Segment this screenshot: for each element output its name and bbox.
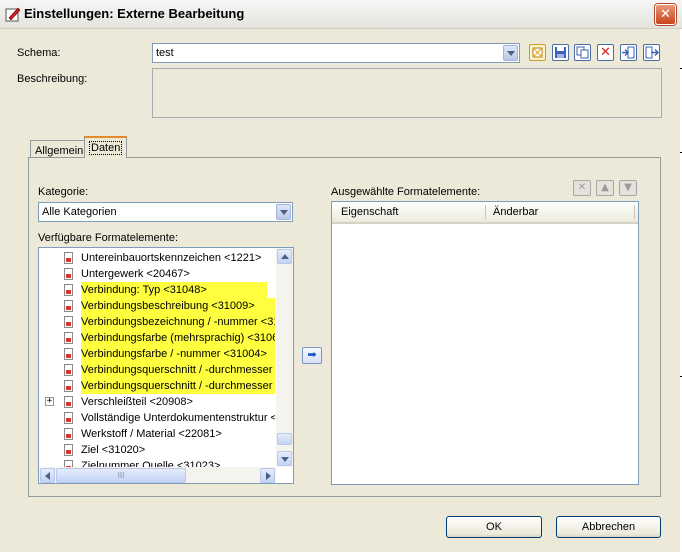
save-icon — [555, 47, 566, 58]
window-title: Einstellungen: Externe Bearbeitung — [24, 6, 245, 21]
table-header: Eigenschaft Änderbar — [332, 202, 638, 224]
copy-icon — [576, 46, 589, 59]
export-icon — [645, 46, 659, 59]
list-item-label: Vollständige Unterdokumentenstruktur < — [81, 412, 275, 424]
format-element-icon — [64, 444, 73, 456]
scroll-down-button[interactable] — [277, 451, 292, 466]
list-item-label: Verbindungsquerschnitt / -durchmesser m — [81, 378, 275, 394]
copy-button[interactable] — [574, 44, 591, 61]
tab-allgemein[interactable]: Allgemein — [30, 140, 89, 158]
hscroll-thumb[interactable]: III — [56, 468, 186, 483]
list-item-label: Ziel <31020> — [81, 444, 146, 456]
delete-button[interactable]: ✕ — [597, 44, 614, 61]
format-element-icon — [64, 332, 73, 344]
new-schema-icon — [532, 47, 543, 58]
format-element-icon — [64, 316, 73, 328]
list-item-label: Verbindungsquerschnitt / -durchmesser < — [81, 362, 275, 378]
schema-value: test — [156, 47, 174, 59]
available-label: Verfügbare Formatelemente: — [38, 232, 179, 244]
tab-allgemein-label: Allgemein — [35, 145, 84, 157]
horizontal-scrollbar[interactable]: III — [39, 467, 276, 483]
list-item-label: Verbindungsfarbe / -nummer <31004> — [81, 346, 275, 362]
import-button[interactable] — [620, 44, 637, 61]
expand-icon[interactable]: + — [45, 397, 54, 406]
edit-settings-icon — [5, 7, 21, 22]
tab-daten-label: Daten — [89, 141, 123, 155]
new-schema-button[interactable] — [529, 44, 546, 61]
title-bar[interactable]: Einstellungen: Externe Bearbeitung ✕ — [0, 0, 682, 29]
delete-icon: ✕ — [600, 45, 611, 60]
schema-select[interactable]: test — [152, 43, 520, 63]
list-item-label: Untergewerk <20467> — [81, 268, 190, 280]
move-down-button[interactable]: ▼ — [619, 180, 637, 196]
format-element-icon — [64, 396, 73, 408]
format-element-icon — [64, 300, 73, 312]
scroll-up-button[interactable] — [277, 249, 292, 264]
import-icon — [622, 46, 635, 59]
list-item-label: Verbindung: Typ <31048> — [81, 282, 267, 298]
format-element-icon — [64, 412, 73, 424]
schema-label: Schema: — [17, 47, 61, 59]
add-element-button[interactable]: ➡ — [302, 347, 322, 364]
kategorie-label: Kategorie: — [38, 186, 89, 198]
selected-label: Ausgewählte Formatelemente: — [331, 186, 481, 198]
available-list[interactable]: Untereinbauortskennzeichen <1221> Unterge… — [38, 247, 294, 484]
remove-element-button[interactable]: ✕ — [573, 180, 591, 196]
chevron-down-icon[interactable] — [503, 45, 518, 61]
format-element-icon — [64, 364, 73, 376]
list-item-label: Verschleißteil <20908> — [81, 396, 193, 408]
ok-button[interactable]: OK — [446, 516, 542, 538]
save-button[interactable] — [552, 44, 569, 61]
beschreibung-field[interactable] — [152, 68, 662, 118]
scroll-right-button[interactable] — [260, 468, 275, 483]
selected-table[interactable]: Eigenschaft Änderbar — [331, 201, 639, 485]
scroll-thumb[interactable] — [277, 433, 292, 445]
column-aenderbar[interactable]: Änderbar — [493, 206, 538, 218]
scroll-left-button[interactable] — [40, 468, 55, 483]
format-element-icon — [64, 284, 73, 296]
export-button[interactable] — [643, 44, 660, 61]
list-item-label: Verbindungsfarbe (mehrsprachig) <3106 — [81, 330, 275, 346]
kategorie-select[interactable]: Alle Kategorien — [38, 202, 293, 222]
list-item-label: Verbindungsbeschreibung <31009> — [81, 298, 275, 314]
format-element-icon — [64, 252, 73, 264]
chevron-down-icon[interactable] — [276, 204, 291, 220]
format-element-icon — [64, 428, 73, 440]
kategorie-value: Alle Kategorien — [42, 206, 117, 218]
close-button[interactable]: ✕ — [655, 4, 676, 25]
column-divider[interactable] — [485, 205, 486, 219]
cancel-button[interactable]: Abbrechen — [556, 516, 661, 538]
available-items: Untereinbauortskennzeichen <1221> Unterge… — [39, 250, 275, 468]
format-element-icon — [64, 380, 73, 392]
list-item-label: Werkstoff / Material <22081> — [81, 428, 222, 440]
format-element-icon — [64, 348, 73, 360]
column-eigenschaft[interactable]: Eigenschaft — [341, 206, 398, 218]
vertical-scrollbar[interactable] — [276, 248, 293, 467]
column-divider[interactable] — [634, 205, 635, 219]
tab-daten[interactable]: Daten — [84, 136, 128, 158]
list-item-label: Untereinbauortskennzeichen <1221> — [81, 252, 262, 264]
add-arrow-icon: ➡ — [307, 349, 317, 361]
beschreibung-label: Beschreibung: — [17, 73, 88, 85]
move-up-button[interactable]: ▲ — [596, 180, 614, 196]
list-item-label: Verbindungsbezeichnung / -nummer <31 — [81, 314, 275, 330]
format-element-icon — [64, 268, 73, 280]
